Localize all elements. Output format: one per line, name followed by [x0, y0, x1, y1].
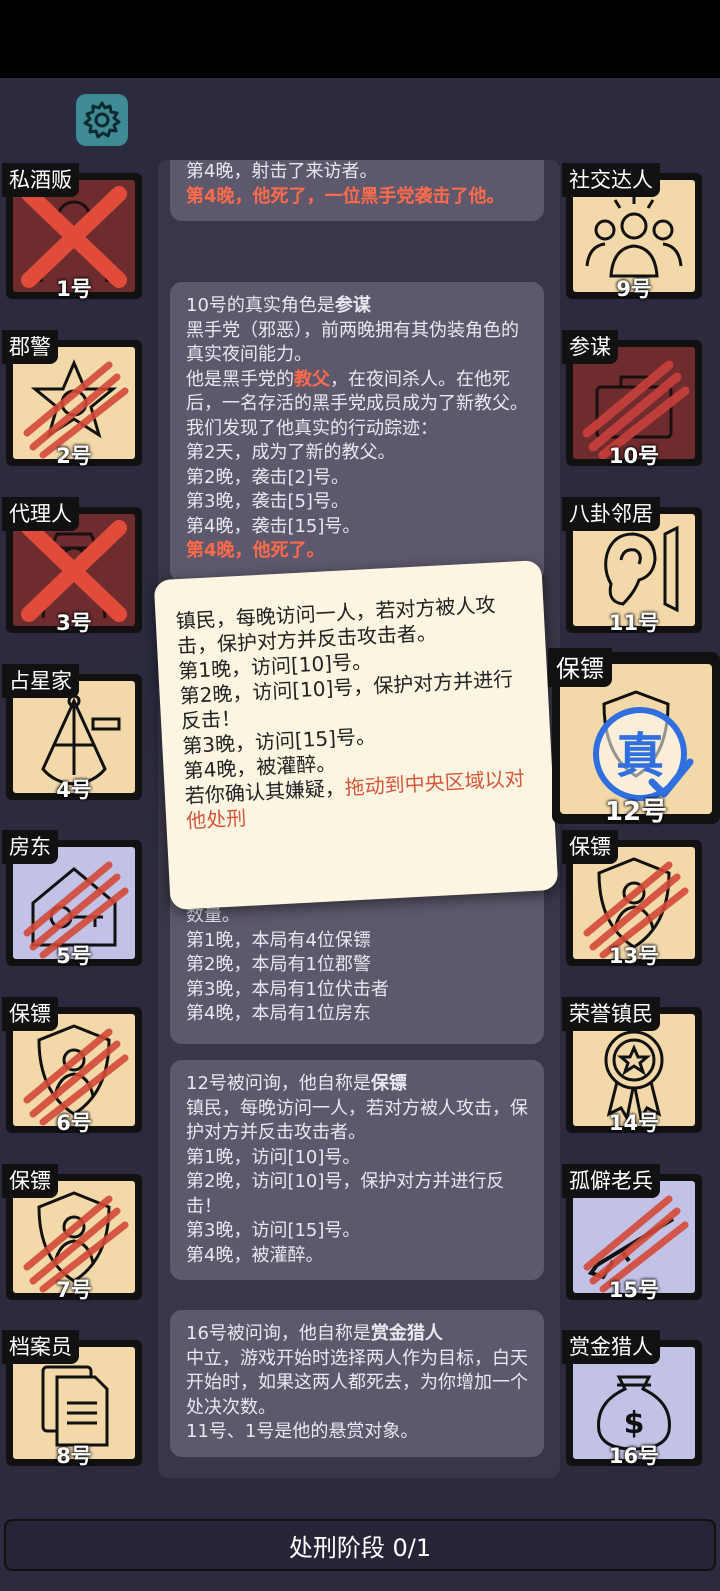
player-card-12-selected[interactable]: 真 保镖 12号 — [548, 648, 720, 827]
role-label: 八卦邻居 — [562, 497, 660, 531]
role-label: 郡警 — [2, 330, 58, 364]
player-card-9[interactable]: 社交达人 9号 — [562, 163, 702, 301]
player-card-6[interactable]: 保镖 6号 — [2, 997, 142, 1135]
log-line: 第2天，成为了新的教父。 — [186, 442, 396, 463]
role-tooltip: 镇民，每晚访问一人，若对方被人攻击，保护对方并反击攻击者。 第1晚，访问[10]… — [153, 560, 559, 910]
player-card-11[interactable]: 八卦邻居 11号 — [562, 497, 702, 635]
settings-button[interactable] — [76, 94, 128, 146]
log-line: 第2晚，袭击[2]号。 — [186, 466, 349, 488]
log-entry: 16号被问询，他自称是赏金猎人 中立，游戏开始时选择两人作为目标，白天开始时，如… — [170, 1310, 544, 1457]
player-number: 2号 — [56, 444, 92, 468]
player-card-7[interactable]: 保镖 7号 — [2, 1164, 142, 1302]
log-entry: 10号的真实角色是参谋 黑手党（邪恶），前两晚拥有其伪装角色的真实夜间能力。 他… — [170, 282, 544, 582]
log-line: 第2晚，本局有1位郡警 — [186, 954, 371, 975]
role-label: 荣誉镇民 — [562, 997, 660, 1031]
log-line: 16号被问询，他自称是 — [186, 1323, 371, 1344]
player-number: 12号 — [604, 797, 668, 827]
log-line: 第4晚，被灌醉。 — [186, 1244, 324, 1266]
log-line: 第2晚，访问[10]号，保护对方并进行反击！ — [186, 1171, 505, 1217]
log-line: 第3晚，访问[15]号。 — [186, 1220, 361, 1241]
phase-label: 处刑阶段 0/1 — [288, 1533, 432, 1562]
role-name: 赏金猎人 — [370, 1323, 443, 1344]
player-number: 4号 — [56, 778, 92, 802]
log-line: 第4晚，袭击[15]号。 — [186, 515, 361, 537]
role-name: 教父 — [294, 368, 330, 390]
log-line: 镇民，每晚访问一人，若对方被人攻击，保护对方并反击攻击者。 — [186, 1097, 528, 1144]
execution-phase-bar: 处刑阶段 0/1 — [4, 1519, 716, 1571]
role-label: 保镖 — [562, 830, 618, 864]
player-card-10[interactable]: 参谋 10号 — [562, 330, 702, 468]
role-label: 孤僻老兵 — [562, 1164, 660, 1198]
role-label: 保镖 — [2, 997, 58, 1031]
role-label: 社交达人 — [562, 163, 660, 197]
player-card-14[interactable]: 荣誉镇民 14号 — [562, 997, 702, 1135]
player-number: 5号 — [56, 944, 92, 968]
player-card-13[interactable]: 保镖 13号 — [562, 830, 702, 968]
role-label: 代理人 — [2, 497, 79, 531]
player-card-16[interactable]: $ 赏金猎人 16号 — [562, 1330, 702, 1468]
role-label: 私酒贩 — [2, 163, 79, 197]
player-card-15[interactable]: 孤僻老兵 15号 — [562, 1164, 702, 1302]
gear-icon — [83, 101, 121, 139]
log-line: 中立，游戏开始时选择两人作为目标，白天开始时，如果这两人都死去，为你增加一个处决… — [186, 1347, 528, 1418]
player-number: 15号 — [608, 1278, 660, 1302]
player-number: 3号 — [56, 611, 92, 635]
player-card-8[interactable]: 档案员 8号 — [2, 1330, 142, 1468]
player-card-4[interactable]: 占星家 4号 — [2, 664, 142, 802]
player-number: 13号 — [608, 944, 660, 968]
log-line-death: 第4晚，他死了。 — [186, 540, 325, 561]
log-line: 11号、1号是他的悬赏对象。 — [186, 1421, 419, 1442]
log-line: 第1晚，本局有4位保镖 — [186, 929, 371, 951]
role-label: 档案员 — [2, 1330, 79, 1364]
player-number: 8号 — [56, 1444, 92, 1468]
player-card-2[interactable]: 郡警 2号 — [2, 330, 142, 468]
role-name: 参谋 — [334, 295, 371, 316]
player-number: 6号 — [56, 1111, 92, 1135]
role-label: 房东 — [2, 830, 58, 864]
log-line: 第4晚，射击了来访者。 — [186, 161, 378, 182]
log-line: 数量。 — [186, 905, 240, 926]
log-line-death: 第4晚，他死了，一位黑手党袭击了他。 — [186, 185, 505, 207]
role-label: 参谋 — [562, 330, 618, 364]
log-line: 12号被问询，他自称是 — [186, 1073, 371, 1094]
player-number: 11号 — [608, 611, 660, 635]
log-line: 第1晚，访问[10]号。 — [186, 1146, 361, 1168]
role-name: 保镖 — [370, 1073, 407, 1094]
player-number: 1号 — [56, 277, 92, 301]
svg-text:$: $ — [624, 1406, 645, 1441]
role-label: 占星家 — [2, 664, 79, 698]
player-card-5[interactable]: 房东 5号 — [2, 830, 142, 968]
log-entry: 12号被问询，他自称是保镖 镇民，每晚访问一人，若对方被人攻击，保护对方并反击攻… — [170, 1060, 544, 1280]
player-number: 7号 — [56, 1278, 92, 1302]
player-number: 16号 — [608, 1444, 660, 1468]
role-label: 赏金猎人 — [562, 1330, 660, 1364]
log-line: 我们发现了他真实的行动踪迹： — [186, 417, 438, 439]
player-card-1[interactable]: 私酒贩 1号 — [2, 163, 142, 301]
player-card-3[interactable]: 代理人 3号 — [2, 497, 142, 635]
log-line: 第3晚，本局有1位伏击者 — [186, 978, 389, 1000]
role-label: 保镖 — [2, 1164, 58, 1198]
role-label: 保镖 — [548, 648, 612, 687]
log-line: 黑手党（邪恶），前两晚拥有其伪装角色的真实夜间能力。 — [186, 319, 519, 366]
log-line: 他是黑手党的 — [186, 368, 294, 390]
log-line: 第3晚，袭击[5]号。 — [186, 491, 349, 512]
log-line: 10号的真实角色是 — [186, 295, 335, 316]
player-number: 14号 — [608, 1111, 660, 1135]
player-number: 10号 — [608, 444, 660, 468]
stamp-text: 真 — [616, 728, 664, 784]
log-line: 第4晚，本局有1位房东 — [186, 1003, 371, 1024]
log-entry: 第4晚，射击了来访者。 第4晚，他死了，一位黑手党袭击了他。 — [170, 160, 544, 221]
player-number: 9号 — [616, 277, 652, 301]
